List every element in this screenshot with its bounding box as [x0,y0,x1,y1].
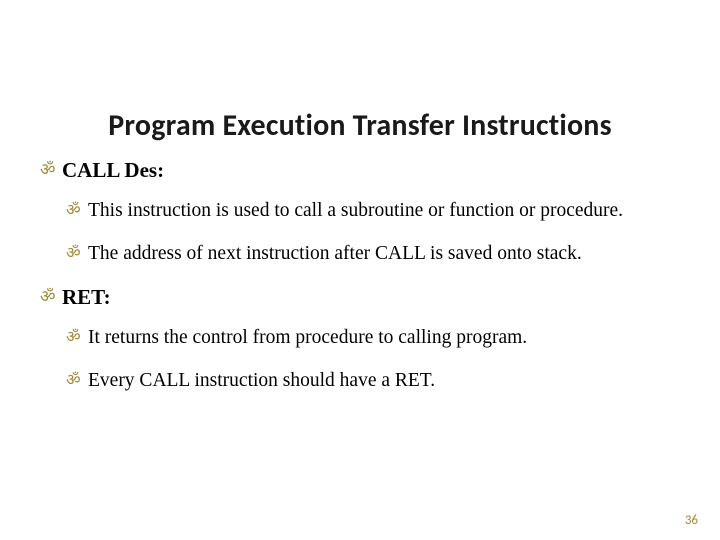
bullet-glyph-icon: ॐ [40,286,56,307]
bullet-glyph-icon: ॐ [66,201,81,221]
bullet-glyph-icon: ॐ [66,328,81,348]
bullet-glyph-icon: ॐ [40,159,56,180]
bullet-text: The address of next instruction after CA… [88,243,582,264]
section-heading-text: CALL Des: [62,158,164,182]
bullet-text: Every CALL instruction should have a RET… [88,370,435,391]
slide-body: ॐ CALL Des: ॐ This instruction is used t… [40,157,680,411]
bullet-item: ॐ It returns the control from procedure … [66,326,680,350]
bullet-item: ॐ Every CALL instruction should have a R… [66,369,680,393]
bullet-text: It returns the control from procedure to… [88,327,527,348]
section-heading: ॐ RET: [40,284,680,310]
bullet-glyph-icon: ॐ [66,244,81,264]
bullet-text: This instruction is used to call a subro… [88,200,623,221]
bullet-item: ॐ This instruction is used to call a sub… [66,199,680,223]
page-number: 36 [685,513,698,528]
bullet-item: ॐ The address of next instruction after … [66,242,680,266]
bullet-glyph-icon: ॐ [66,371,81,391]
section-heading-text: RET: [62,285,111,309]
slide-title: Program Execution Transfer Instructions [0,107,720,144]
section-heading: ॐ CALL Des: [40,157,680,183]
decorative-swoosh [0,0,720,120]
